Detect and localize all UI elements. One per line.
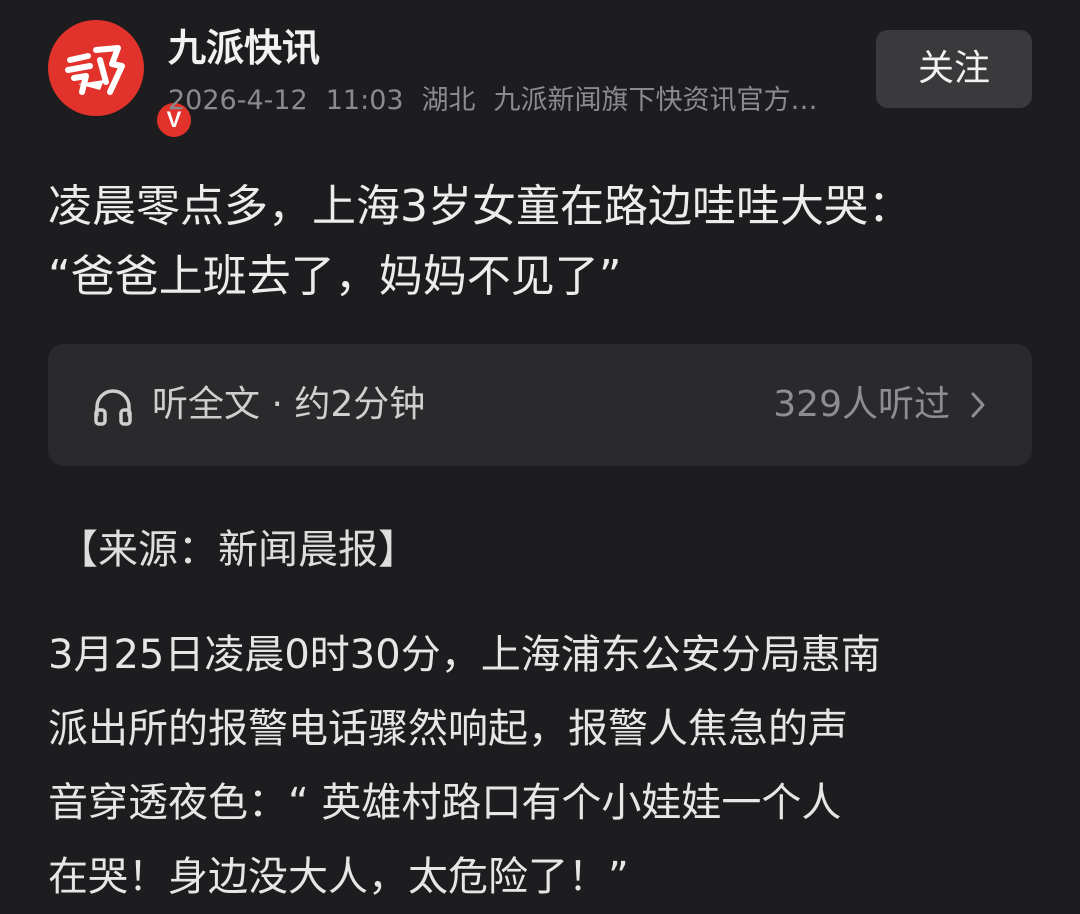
- headphone-icon: [94, 389, 132, 426]
- article-title: 凌晨零点多，上海3岁女童在路边哇哇大哭： “爸爸上班去了，妈妈不见了”: [48, 181, 912, 302]
- post-date: 2026-4-12: [168, 85, 308, 116]
- post-meta: 2026-4-12 11:03 湖北 九派新闻旗下快资讯官方…: [168, 82, 858, 120]
- article-paragraph: 3月25日凌晨0时30分，上海浦东公安分局惠南 派出所的报警电话骤然响起，报警人…: [48, 632, 881, 900]
- follow-button[interactable]: 关注: [876, 30, 1032, 108]
- logo-icon: [65, 45, 125, 95]
- account-description: 九派新闻旗下快资讯官方…: [493, 85, 818, 116]
- article-source: 【来源：新闻晨报】: [58, 527, 418, 573]
- listen-label: 听全文 · 约2分钟: [152, 384, 426, 425]
- article-header: V 九派快讯 2026-4-12 11:03 湖北 九派新闻旗下快资讯官方… 关注: [0, 0, 1080, 140]
- avatar[interactable]: V: [48, 20, 194, 140]
- chevron-right-icon: [971, 392, 985, 418]
- listen-count: 329人听过: [773, 384, 950, 425]
- post-time: 11:03: [325, 85, 404, 116]
- listen-full-text-bar[interactable]: 听全文 · 约2分钟 329人听过: [48, 344, 1032, 466]
- account-name[interactable]: 九派快讯: [168, 24, 320, 72]
- post-location: 湖北: [421, 85, 476, 116]
